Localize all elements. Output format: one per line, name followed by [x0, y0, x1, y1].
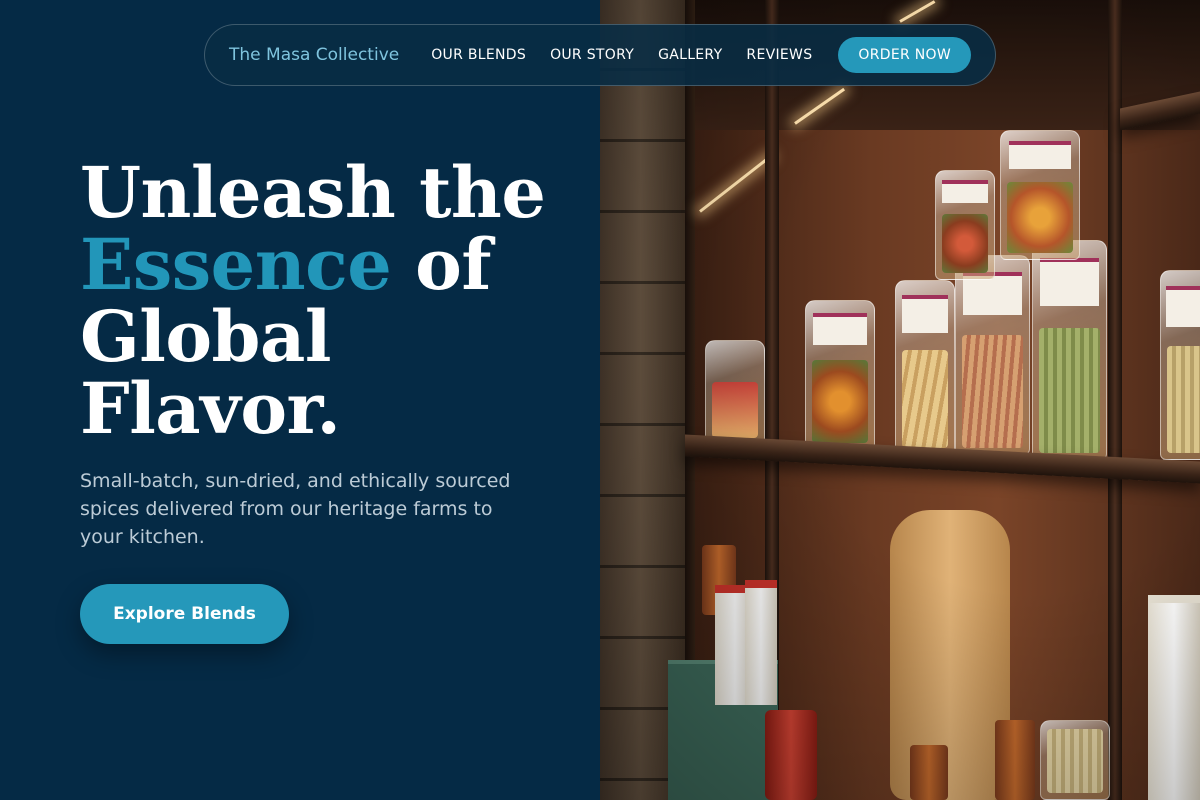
headline-line-4: Flavor. [80, 367, 341, 450]
top-navigation-bar: The Masa Collective OUR BLENDS OUR STORY… [204, 24, 996, 86]
headline-accent-word: Essence [80, 223, 392, 306]
hero-headline: Unleash the Essence of Global Flavor. [80, 157, 560, 445]
hero-section: Unleash the Essence of Global Flavor. Sm… [0, 0, 600, 800]
order-now-button[interactable]: ORDER NOW [838, 37, 971, 73]
headline-line-2-rest: of [391, 223, 491, 306]
hero-photo-pantry-shelves [600, 0, 1200, 800]
nav-link-our-blends[interactable]: OUR BLENDS [431, 47, 526, 63]
photo-vignette [600, 0, 1200, 800]
nav-link-our-story[interactable]: OUR STORY [550, 47, 634, 63]
hero-subtitle: Small-batch, sun-dried, and ethically so… [80, 470, 511, 548]
nav-link-reviews[interactable]: REVIEWS [746, 47, 812, 63]
headline-line-3: Global [80, 295, 331, 378]
headline-line-1: Unleash the [80, 151, 546, 234]
brand-logo-text[interactable]: The Masa Collective [229, 45, 399, 65]
nav-link-gallery[interactable]: GALLERY [658, 47, 722, 63]
explore-blends-button[interactable]: Explore Blends [80, 584, 289, 644]
